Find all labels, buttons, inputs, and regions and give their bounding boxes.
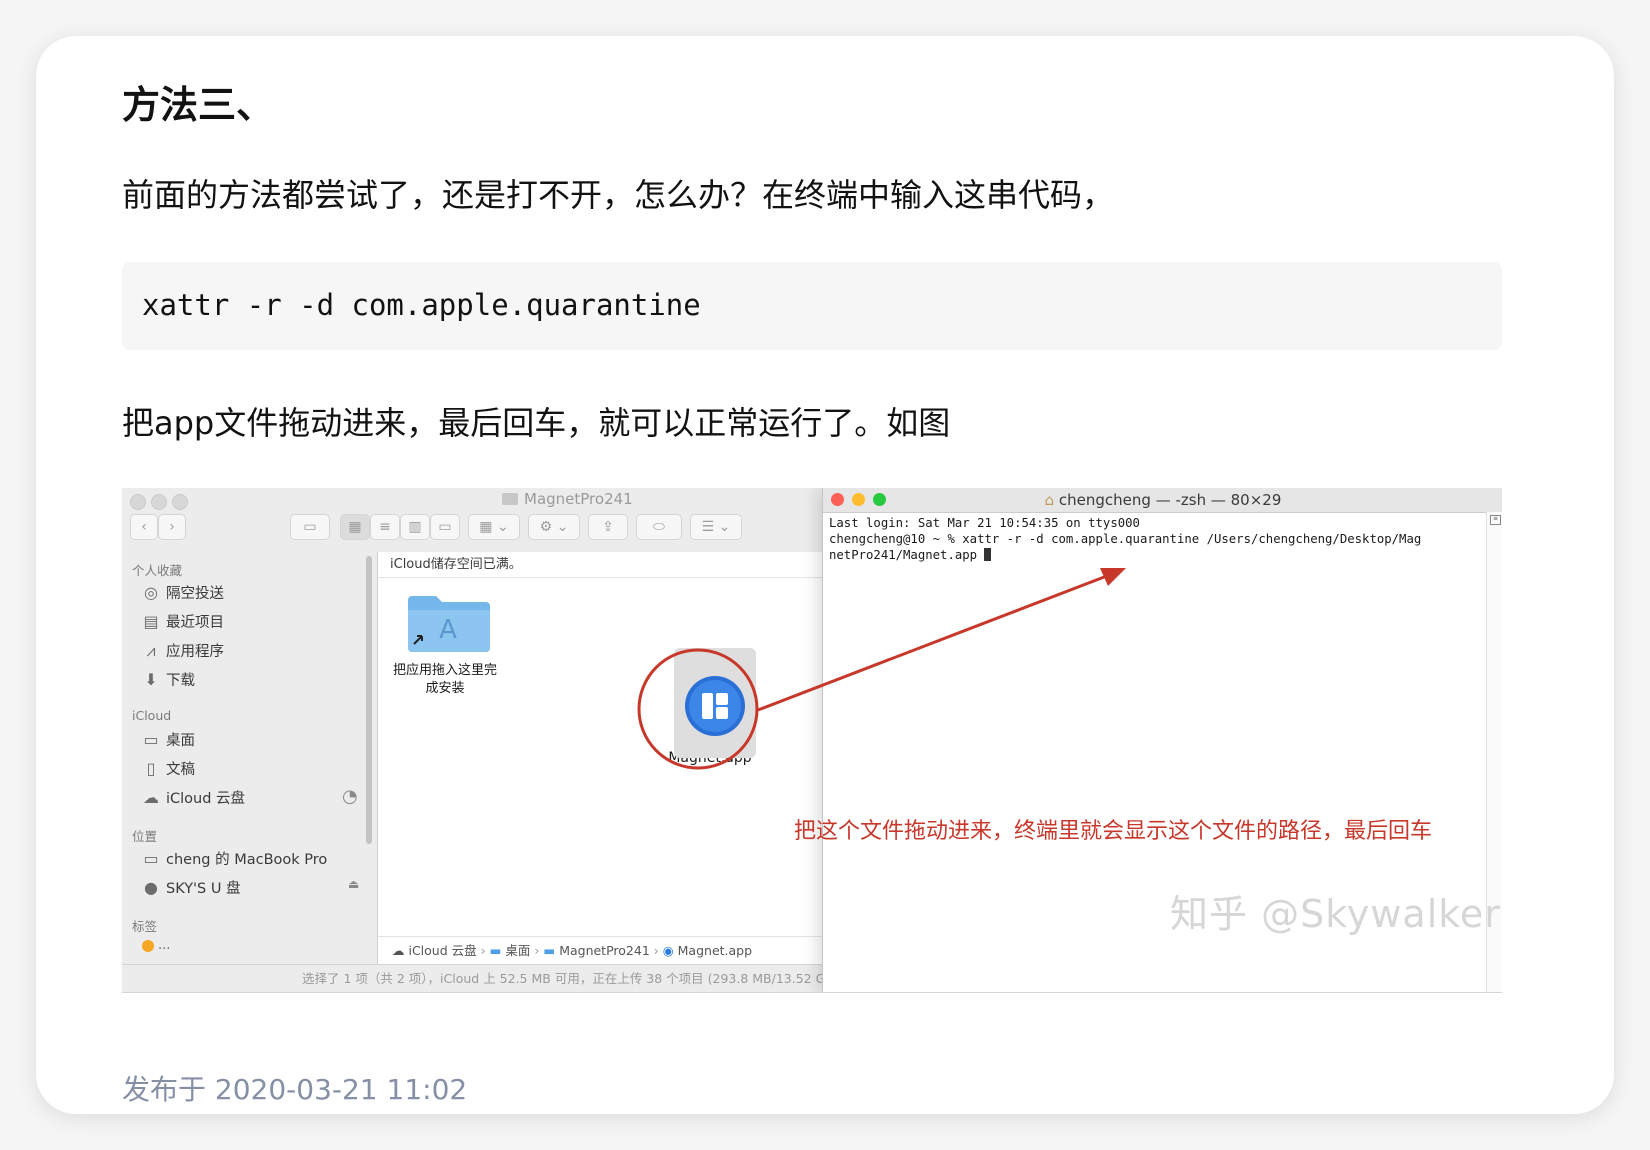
sidebar-item-downloads[interactable]: ⬇ 下载 xyxy=(140,669,195,690)
article-card: 方法三、 前面的方法都尝试了，还是打不开，怎么办？在终端中输入这串代码， xat… xyxy=(36,36,1614,1114)
screenshot-image[interactable]: MagnetPro241 ‹ › ▭ ▦ ≡ ▥ ▭ ▦ ⌄ ⚙ ⌄ ⇪ ⬭ ☰… xyxy=(122,488,1502,993)
terminal-line: chengcheng@10 ~ % xattr -r -d com.apple.… xyxy=(829,532,1422,546)
disk-icon: ● xyxy=(144,878,158,897)
sidebar-item-macbook[interactable]: ▭ cheng 的 MacBook Pro xyxy=(140,848,327,869)
column-view-button[interactable]: ▥ xyxy=(400,514,430,540)
sidebar-item-airdrop[interactable]: ◎ 隔空投送 xyxy=(140,582,224,603)
share-button[interactable]: ⇪ xyxy=(588,514,628,540)
finder-window: MagnetPro241 ‹ › ▭ ▦ ≡ ▥ ▭ ▦ ⌄ ⚙ ⌄ ⇪ ⬭ ☰… xyxy=(122,488,839,992)
sidebar-item-usb-disk[interactable]: ● SKY'S U 盘 xyxy=(140,877,241,898)
minimize-light[interactable] xyxy=(151,494,167,510)
path-icloud-icon: ☁ xyxy=(392,943,409,958)
downloads-icon: ⬇ xyxy=(144,670,158,689)
terminal-title: ⌂ chengcheng — -zsh — 80×29 xyxy=(1044,491,1282,509)
finder-title: MagnetPro241 xyxy=(502,490,633,508)
terminal-output[interactable]: Last login: Sat Mar 21 10:54:35 on ttys0… xyxy=(829,515,1421,563)
icloud-full-banner: iCloud储存空间已满。 xyxy=(378,552,822,578)
magnet-app-label[interactable]: Magnet.app xyxy=(662,750,758,766)
terminal-cursor xyxy=(984,548,992,561)
publish-date: 发布于 2020-03-21 11:02 xyxy=(122,1073,468,1106)
finder-sidebar: 个人收藏 ◎ 隔空投送 ▤ 最近项目 ⩘ 应用程序 ⬇ 下载 iCloud ▭ 桌面 ▯ 文… xyxy=(122,552,378,964)
path-segment-app[interactable]: Magnet.app xyxy=(678,943,752,958)
terminal-line: Last login: Sat Mar 21 10:54:35 on ttys0… xyxy=(829,516,1140,530)
finder-toolbar: MagnetPro241 ‹ › ▭ ▦ ≡ ▥ ▭ ▦ ⌄ ⚙ ⌄ ⇪ ⬭ ☰… xyxy=(122,488,822,553)
home-icon: ⌂ xyxy=(1044,491,1059,509)
recents-icon: ▤ xyxy=(143,612,159,631)
applications-alias-label[interactable]: 把应用拖入这里完 成安装 xyxy=(380,662,510,698)
code-block[interactable]: xattr -r -d com.apple.quarantine xyxy=(122,262,1502,350)
sort-button[interactable]: ☰ ⌄ xyxy=(690,514,742,540)
code-text: xattr -r -d com.apple.quarantine xyxy=(142,288,701,322)
sidebar-item-documents[interactable]: ▯ 文稿 xyxy=(140,758,195,779)
intro-paragraph: 前面的方法都尝试了，还是打不开，怎么办？在终端中输入这串代码， xyxy=(122,176,1115,214)
path-folder-icon: ▬ xyxy=(489,943,506,958)
folder-icon xyxy=(502,493,518,505)
list-view-button[interactable]: ≡ xyxy=(370,514,400,540)
sidebar-item-applications[interactable]: ⩘ 应用程序 xyxy=(140,640,224,661)
action-gear-button[interactable]: ⚙ ⌄ xyxy=(528,514,580,540)
finder-status-bar: 选择了 1 项（共 2 项），iCloud 上 52.5 MB 可用，正在上传 … xyxy=(122,964,839,992)
path-segment-desktop[interactable]: 桌面 xyxy=(505,943,530,958)
back-button[interactable]: ‹ xyxy=(130,514,158,540)
sidebar-item-tag[interactable]: ... xyxy=(142,938,170,953)
upload-progress-icon: ◔ xyxy=(342,786,358,807)
close-light[interactable] xyxy=(130,494,146,510)
path-segment-folder[interactable]: MagnetPro241 xyxy=(559,943,650,958)
zoom-light[interactable] xyxy=(172,494,188,510)
group-button[interactable]: ▦ ⌄ xyxy=(468,514,520,540)
documents-icon: ▯ xyxy=(146,759,156,778)
path-segment-icloud[interactable]: iCloud 云盘 xyxy=(408,943,476,958)
watermark: 知乎 @Skywalker xyxy=(1170,892,1501,936)
scroll-indicator-icon: ≡ xyxy=(1490,515,1501,525)
sidebar-header-icloud: iCloud xyxy=(132,708,172,723)
instruction-paragraph: 把app文件拖动进来，最后回车，就可以正常运行了。如图 xyxy=(122,404,951,442)
desktop-icon: ▭ xyxy=(143,730,159,749)
path-bar: ☁ iCloud 云盘 › ▬ 桌面 › ▬ MagnetPro241 › ◉ … xyxy=(378,936,822,964)
laptop-icon: ▭ xyxy=(143,849,159,868)
icloud-drive-icon: ☁ xyxy=(143,788,159,807)
sidebar-item-recents[interactable]: ▤ 最近项目 xyxy=(140,611,224,632)
terminal-line: netPro241/Magnet.app xyxy=(829,547,1421,563)
terminal-titlebar: ⌂ chengcheng — -zsh — 80×29 xyxy=(823,488,1502,513)
section-heading: 方法三、 xyxy=(122,83,275,127)
tag-button[interactable]: ⬭ xyxy=(636,514,682,540)
airdrop-icon: ◎ xyxy=(144,583,158,602)
sidebar-scrollbar[interactable] xyxy=(366,556,372,844)
path-app-icon: ◉ xyxy=(662,943,678,958)
sidebar-item-icloud-drive[interactable]: ☁ iCloud 云盘 xyxy=(140,787,245,808)
sidebar-header-tags: 标签 xyxy=(132,919,158,934)
gallery-view-button[interactable]: ▭ xyxy=(430,514,460,540)
applications-icon: ⩘ xyxy=(146,640,156,660)
annotation-text: 把这个文件拖动进来，终端里就会显示这个文件的路径，最后回车 xyxy=(794,819,1433,844)
sidebar-item-desktop[interactable]: ▭ 桌面 xyxy=(140,729,195,750)
icon-view-button[interactable]: ▦ xyxy=(340,514,370,540)
eject-icon[interactable]: ⏏ xyxy=(348,877,359,891)
tag-dot-icon xyxy=(142,939,154,952)
path-folder-icon: ▬ xyxy=(543,943,560,958)
forward-button[interactable]: › xyxy=(158,514,186,540)
sidebar-header-favorites: 个人收藏 xyxy=(132,563,183,578)
sidebar-header-locations: 位置 xyxy=(132,829,158,844)
new-folder-button[interactable]: ▭ xyxy=(290,514,330,540)
